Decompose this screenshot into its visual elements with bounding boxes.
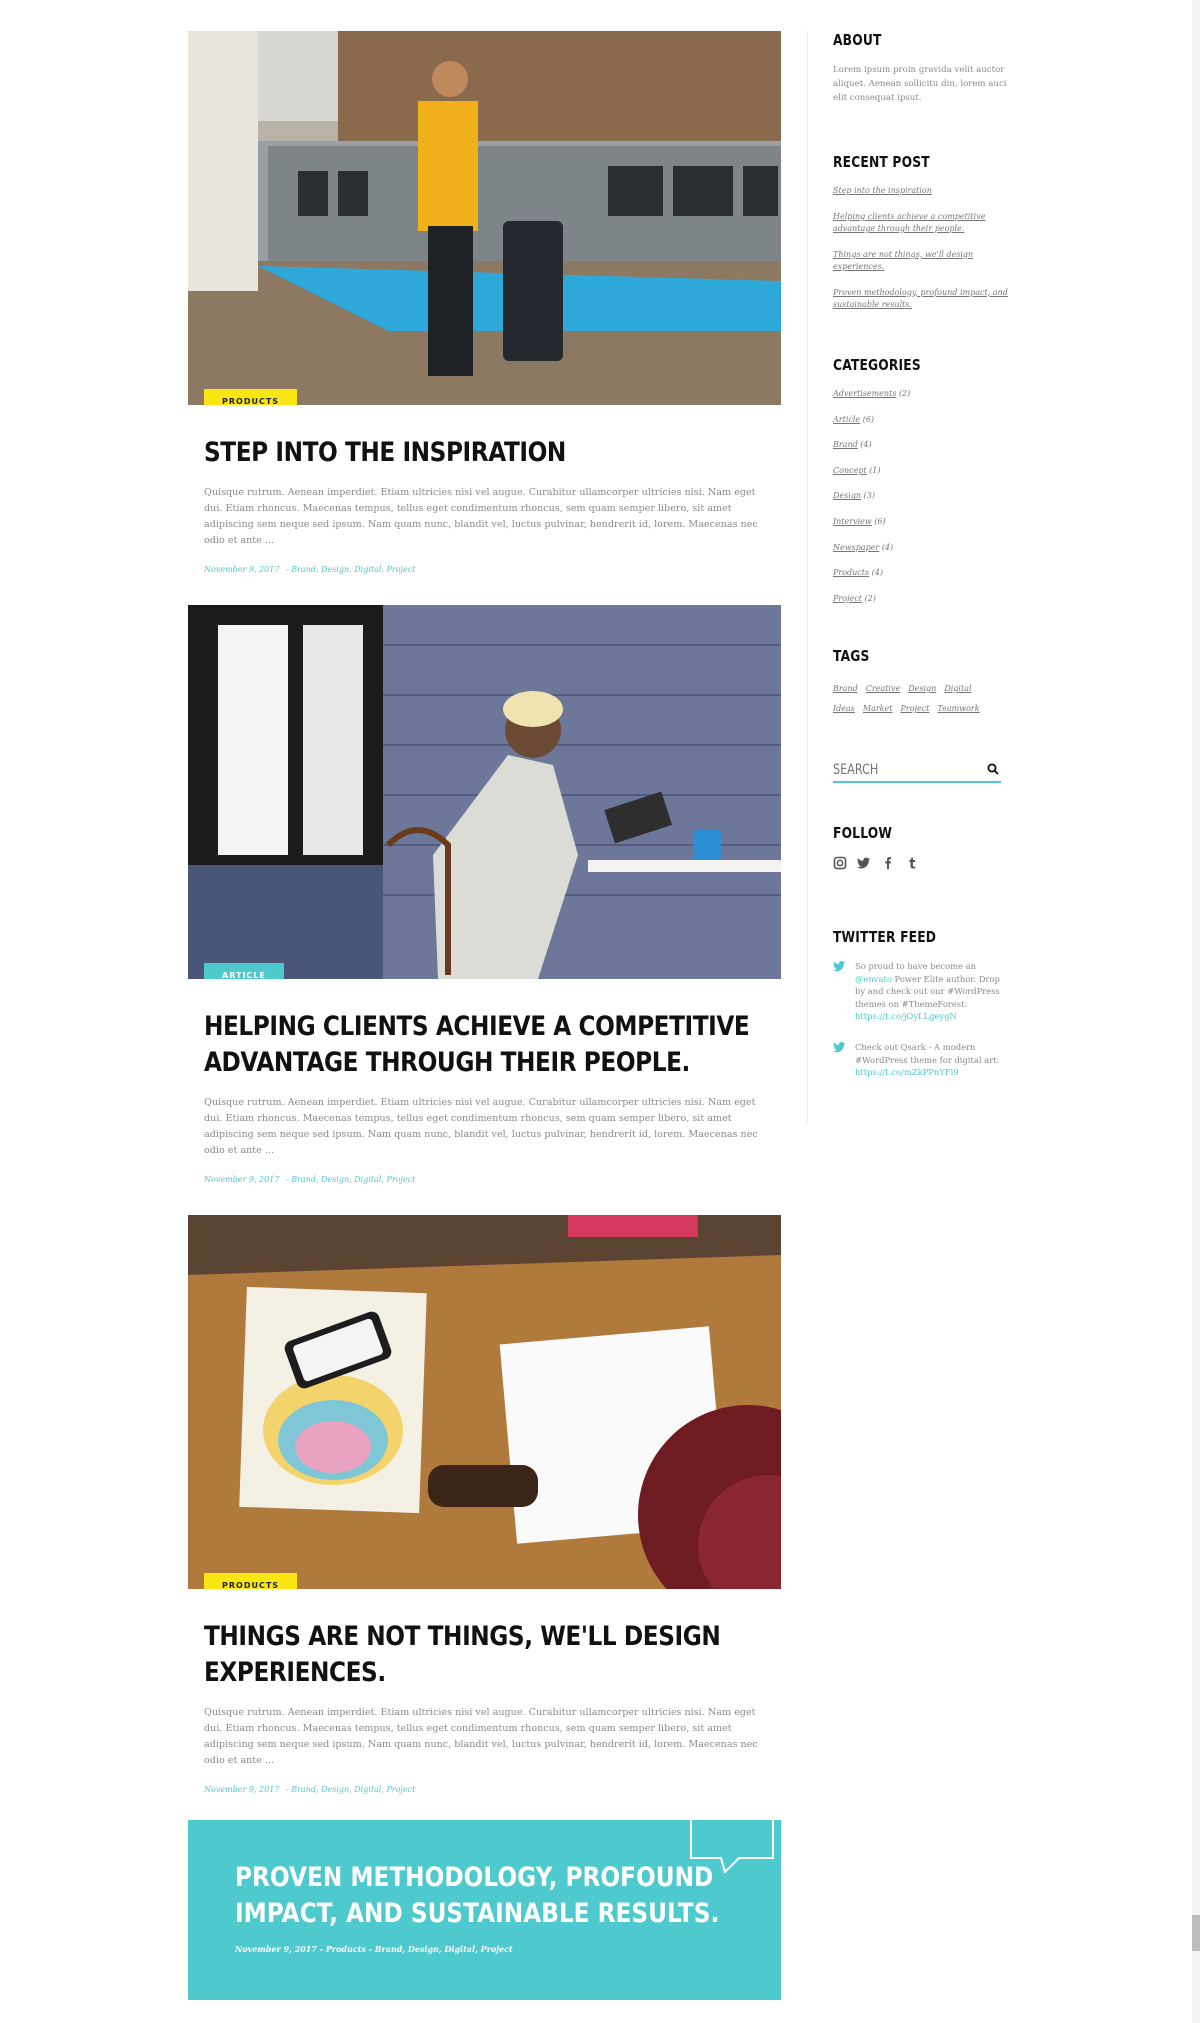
post-date[interactable]: November 9, 2017 <box>204 1785 279 1794</box>
tag-link[interactable]: Ideas <box>833 699 855 719</box>
tag-link[interactable]: Digital <box>944 679 971 699</box>
tag-cloud: Brand Creative Design Digital Ideas Market Pr… <box>833 679 1008 719</box>
tweet-item: Check out Qsark - A modern #WordPress th… <box>833 1041 1008 1079</box>
recent-posts-widget: Recent Post Step into the inspiration He… <box>833 153 1008 325</box>
search-icon[interactable] <box>987 763 999 775</box>
post-date[interactable]: November 9, 2017 <box>235 1944 317 1954</box>
post-excerpt: Quisque rutrum. Aenean imperdiet. Etiam … <box>204 487 758 546</box>
category-item[interactable]: Design (3) <box>833 490 1008 502</box>
tweet-link[interactable]: https://t.co/mZkPPnYFi9 <box>855 1067 959 1077</box>
category-item[interactable]: Newspaper (4) <box>833 542 1008 554</box>
follow-heading: Follow <box>833 824 893 842</box>
category-badge[interactable]: Article <box>204 963 284 979</box>
instagram-icon[interactable] <box>833 856 847 870</box>
blog-post: Products Things are not things, we'll de… <box>188 1215 781 1815</box>
search-input[interactable] <box>833 762 945 778</box>
quote-post-card[interactable]: Proven methodology, profound impact, and… <box>188 1820 781 2000</box>
post-date[interactable]: November 9, 2017 <box>204 1175 279 1184</box>
page-scrollbar[interactable] <box>1192 0 1200 2023</box>
post-tags[interactable]: - Brand, Design, Digital, Project <box>369 1944 513 1954</box>
tweet-item: So proud to have become an @envato Power… <box>833 960 1008 1023</box>
tweet-link[interactable]: https://t.co/jOyLLgeygN <box>855 1011 957 1021</box>
categories-widget: Categories Advertisements (2) Article (6… <box>833 356 1008 618</box>
sidebar: About Lorem ipsum proin gravida velit au… <box>807 31 1008 1123</box>
post-meta: November 9, 2017 - Brand, Design, Digita… <box>204 565 765 574</box>
social-links <box>833 856 1008 870</box>
post-image-desk-sketch[interactable]: Products <box>188 1215 781 1589</box>
about-text: Lorem ipsum proin gravida velit auctor a… <box>833 65 1007 103</box>
post-meta: November 9, 2017 - Brand, Design, Digita… <box>204 1175 765 1184</box>
facebook-icon[interactable] <box>881 856 895 870</box>
categories-heading: Categories <box>833 356 921 374</box>
post-date[interactable]: November 9, 2017 <box>204 565 279 574</box>
post-tags[interactable]: - Brand, Design, Digital, Project <box>286 565 415 574</box>
post-tags[interactable]: - Brand, Design, Digital, Project <box>286 1175 415 1184</box>
search-bar <box>833 759 1001 783</box>
twitter-feed-widget: Twitter Feed So proud to have become an … <box>833 928 1008 1097</box>
tags-heading: Tags <box>833 647 870 665</box>
post-excerpt: Quisque rutrum. Aenean imperdiet. Etiam … <box>204 1097 758 1156</box>
about-heading: About <box>833 31 882 49</box>
twitter-bird-icon <box>833 1041 846 1053</box>
tag-link[interactable]: Design <box>908 679 936 699</box>
post-title[interactable]: Step into the inspiration <box>204 435 763 471</box>
recent-post-link[interactable]: Things are not things, we'll design expe… <box>833 249 1008 274</box>
post-image-woman-reading[interactable]: Article <box>188 605 781 979</box>
twitter-bird-icon <box>833 960 846 972</box>
twitter-feed-heading: Twitter Feed <box>833 928 937 946</box>
recent-post-link[interactable]: Proven methodology, profound impact, and… <box>833 287 1008 312</box>
category-badge[interactable]: Products <box>204 389 298 405</box>
tag-link[interactable]: Project <box>900 699 929 719</box>
post-image-train-platform[interactable]: Products <box>188 31 781 405</box>
recent-post-link[interactable]: Step into the inspiration <box>833 185 1008 198</box>
category-item[interactable]: Concept (1) <box>833 465 1008 477</box>
blog-post: Article Helping clients achieve a compet… <box>188 605 781 1215</box>
post-meta: November 9, 2017 - Brand, Design, Digita… <box>204 1785 765 1794</box>
blog-post: Products Step into the inspiration Quisq… <box>188 31 781 605</box>
tumblr-icon[interactable] <box>905 856 919 870</box>
quote-post-title[interactable]: Proven methodology, profound impact, and… <box>235 1860 751 1932</box>
tag-link[interactable]: Teamwork <box>937 699 979 719</box>
tag-link[interactable]: Creative <box>866 679 900 699</box>
blog-post-list: Products Step into the inspiration Quisq… <box>188 31 781 1815</box>
tag-link[interactable]: Brand <box>833 679 858 699</box>
tweet-handle-link[interactable]: @envato <box>855 974 892 984</box>
recent-posts-heading: Recent Post <box>833 153 930 171</box>
post-title[interactable]: Helping clients achieve a competitive ad… <box>204 1009 763 1081</box>
post-tags[interactable]: - Brand, Design, Digital, Project <box>286 1785 415 1794</box>
scrollbar-thumb[interactable] <box>1192 1915 1200 1951</box>
recent-post-link[interactable]: Helping clients achieve a competitive ad… <box>833 211 1008 236</box>
about-widget: About Lorem ipsum proin gravida velit au… <box>833 31 1008 105</box>
category-item[interactable]: Project (2) <box>833 593 1008 605</box>
category-item[interactable]: Article (6) <box>833 414 1008 426</box>
quote-post-meta: November 9, 2017 - Products - Brand, Des… <box>235 1944 513 1954</box>
category-badge[interactable]: Products <box>204 1573 298 1589</box>
category-item[interactable]: Products (4) <box>833 567 1008 579</box>
tags-widget: Tags Brand Creative Design Digital Ideas Mar… <box>833 647 1008 719</box>
post-excerpt: Quisque rutrum. Aenean imperdiet. Etiam … <box>204 1707 758 1766</box>
twitter-icon[interactable] <box>857 856 871 870</box>
category-item[interactable]: Advertisements (2) <box>833 388 1008 400</box>
search-widget <box>833 759 1008 783</box>
post-title[interactable]: Things are not things, we'll design expe… <box>204 1619 763 1691</box>
category-item[interactable]: Interview (6) <box>833 516 1008 528</box>
post-category[interactable]: - Products <box>320 1944 366 1954</box>
category-item[interactable]: Brand (4) <box>833 439 1008 451</box>
tag-link[interactable]: Market <box>863 699 893 719</box>
follow-widget: Follow <box>833 824 1008 870</box>
